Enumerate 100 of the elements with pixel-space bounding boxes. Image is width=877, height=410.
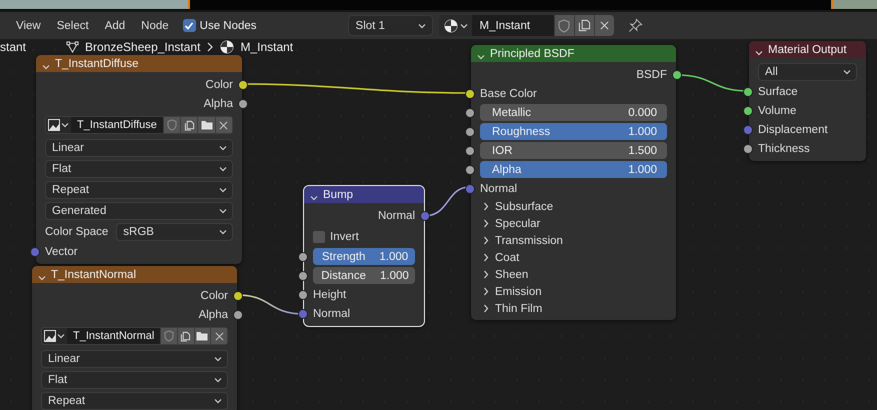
node-title: T_InstantNormal [51,269,136,281]
material-browse-button[interactable] [438,15,472,36]
socket-dot[interactable] [744,88,752,96]
number-field[interactable]: Distance 1.000 [313,267,415,284]
node-title: Material Output [768,44,847,56]
unlink-button[interactable] [594,15,614,36]
socket-dot[interactable] [466,146,474,154]
chevron-icon [214,376,222,382]
breadcrumb-item[interactable]: M_Instant [240,40,294,54]
chevron-icon [477,54,485,60]
dropdown[interactable]: All [758,62,857,80]
chevron-icon [418,22,426,28]
chevron-icon [219,186,227,192]
socket-label: Thickness [758,142,810,154]
socket-label: BSDF [636,68,667,80]
chevron-icon [214,356,222,362]
breadcrumb-item[interactable]: BronzeSheep_Instant [85,40,200,54]
checkbox-label: Invert [330,231,359,243]
chevron-icon [219,166,227,172]
socket-label: Volume [758,104,796,116]
node-title: T_InstantDiffuse [55,58,139,70]
socket-dot[interactable] [466,184,474,192]
slot-dropdown[interactable]: Slot 1 [348,15,433,36]
checkbox[interactable] [313,231,325,243]
menu-item[interactable]: Node [133,20,177,32]
material-name-field[interactable]: M_Instant [472,15,554,36]
dropdown[interactable]: sRGB [116,222,233,240]
dropdown[interactable]: Linear [45,138,233,156]
chevron-icon [310,195,318,201]
dropdown[interactable]: Repeat [45,180,233,198]
chevron-icon [219,144,227,150]
dropdown[interactable]: Linear [41,350,228,368]
socket-label: Normal [378,210,415,222]
menu-item[interactable]: Add [96,20,134,32]
socket-dot[interactable] [31,248,39,256]
socket-dot[interactable] [744,106,752,114]
socket-dot[interactable] [239,80,247,88]
panel-toggle[interactable]: Subsurface [471,198,676,215]
socket-dot[interactable] [299,290,307,298]
node-title: Bump [323,189,354,201]
dropdown[interactable]: Flat [41,370,228,388]
socket-label: Height [313,288,346,300]
chevron-icon [206,42,214,52]
socket-dot[interactable] [299,252,307,260]
socket-dot[interactable] [299,310,307,318]
panel-toggle[interactable]: Specular [471,215,676,232]
slider-field[interactable]: Strength 1.000 [313,248,415,265]
duplicate-button[interactable] [574,15,594,36]
dropdown[interactable]: Repeat [41,392,228,410]
checkbox-label: Use Nodes [200,20,257,32]
socket-dot[interactable] [466,90,474,98]
panel-toggle[interactable]: Coat [471,249,676,266]
dropdown[interactable]: Flat [45,160,233,178]
panel-toggle[interactable]: Thin Film [471,300,676,317]
checkbox[interactable] [182,19,196,32]
socket-label: Alpha [198,308,228,320]
slider-field[interactable]: Alpha 1.000 [480,161,667,178]
slider-field[interactable]: Metallic 0.000 [480,104,667,121]
dropdown[interactable]: Generated [45,202,233,220]
node-header[interactable]: Bump [304,186,424,203]
chevron-icon [38,275,46,281]
socket-dot[interactable] [466,108,474,116]
node-header[interactable]: Material Output [749,41,866,58]
socket-dot[interactable] [421,212,429,220]
slider-field[interactable]: Roughness 1.000 [480,123,667,140]
socket-label: Normal [313,308,350,320]
socket-dot[interactable] [466,166,474,174]
breadcrumb-item[interactable]: stant [0,40,26,54]
socket-label: Normal [480,182,518,194]
number-field[interactable]: IOR 1.500 [480,142,667,159]
fake-user-button[interactable] [554,15,574,36]
socket-label: Color [200,290,228,302]
node-header[interactable]: T_InstantNormal [32,266,237,283]
socket-dot[interactable] [673,70,681,78]
menu-item[interactable]: View [16,20,49,32]
pin-icon[interactable] [628,18,643,33]
socket-dot[interactable] [234,292,242,300]
socket-dot[interactable] [234,310,242,318]
socket-dot[interactable] [299,272,307,280]
socket-dot[interactable] [744,126,752,134]
socket-label: Base Color [480,88,537,100]
socket-dot[interactable] [744,144,752,152]
panel-toggle[interactable]: Sheen [471,266,676,283]
node-header[interactable]: Principled BSDF [471,45,676,62]
socket-label: Color [206,78,233,90]
node-title: Principled BSDF [490,48,574,60]
material-sphere-icon [444,18,458,32]
field-label: Color Space [45,226,108,238]
shield-icon [558,18,570,32]
menu-item[interactable]: Select [48,20,97,32]
socket-label: Displacement [758,124,828,136]
socket-dot[interactable] [466,128,474,136]
node-header[interactable]: T_InstantDiffuse [36,55,242,72]
socket-dot[interactable] [239,100,247,108]
socket-label: Surface [758,86,798,98]
panel-toggle[interactable]: Transmission [471,232,676,249]
chevron-icon [42,64,50,70]
node-tree-icon [66,40,80,54]
chevron-icon [219,208,227,214]
panel-toggle[interactable]: Emission [471,283,676,300]
